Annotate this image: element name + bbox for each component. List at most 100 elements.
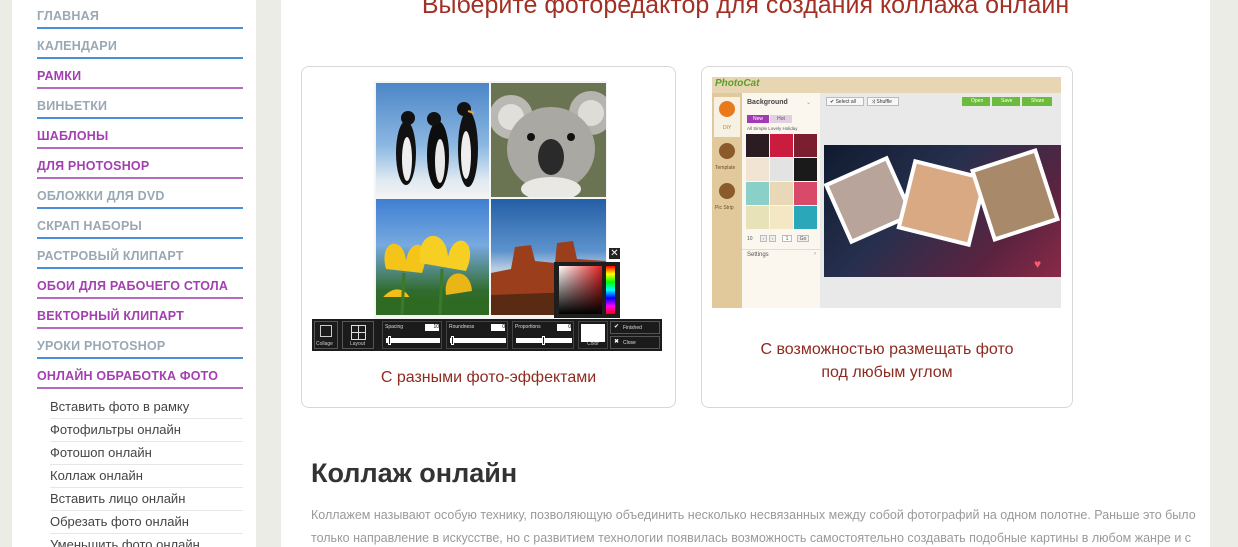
spacing-control[interactable]: Spacing 10 <box>382 321 442 349</box>
layout-button[interactable]: Layout <box>342 321 374 349</box>
sidebar-item-label: РАСТРОВЫЙ КЛИПАРТ <box>37 249 184 263</box>
main-content: Выберите фоторедактор для создания колла… <box>281 0 1210 547</box>
open-button[interactable]: Open <box>962 97 990 106</box>
close-icon[interactable]: ✕ <box>609 248 620 259</box>
card-caption-collage[interactable]: С разными фото-эффектами <box>302 366 675 389</box>
sidebar: ГЛАВНАЯ КАЛЕНДАРИ РАМКИ ВИНЬЕТКИ ШАБЛОНЫ ДЛЯ … <box>12 0 256 547</box>
editor-card-collage[interactable]: ✕ Collage Layout Spacing 10 Roundness 0 … <box>301 66 676 408</box>
spacing-slider-handle[interactable] <box>388 336 391 345</box>
roundness-slider-handle[interactable] <box>451 336 454 345</box>
sidebar-item-label: КАЛЕНДАРИ <box>37 39 117 53</box>
sidebar-subitem-label: Фотошоп онлайн <box>50 445 152 460</box>
sidebar-subitem-label: Вставить фото в рамку <box>50 399 190 414</box>
sidebar-subitem[interactable]: Вставить фото в рамку <box>50 396 243 419</box>
penguins-photo <box>376 83 489 197</box>
check-icon: ✔ <box>830 99 835 105</box>
background-thumbnails[interactable] <box>746 134 818 230</box>
tab-hot[interactable]: Hot <box>770 115 792 123</box>
sidebar-item[interactable]: УРОКИ PHOTOSHOP <box>37 329 243 359</box>
finished-button[interactable]: ✔ Finished <box>610 321 660 334</box>
sidebar-item[interactable]: ГЛАВНАЯ <box>37 0 243 29</box>
pagination: 10 ‹ › 1 Go <box>747 235 819 243</box>
sidebar-subitem-label: Уменьшить фото онлайн <box>50 537 200 547</box>
proportions-slider-handle[interactable] <box>542 336 545 345</box>
sidebar-item-label: ОБОИ ДЛЯ РАБОЧЕГО СТОЛА <box>37 279 229 293</box>
koala-photo <box>491 83 606 197</box>
chevron-right-icon: › <box>814 251 816 257</box>
sidebar-item-divider <box>37 387 243 389</box>
sidebar-subitem[interactable]: Фотофильтры онлайн <box>50 419 243 442</box>
sidebar-item[interactable]: РАМКИ <box>37 59 243 89</box>
template-icon <box>719 143 735 159</box>
article-paragraph: Коллажем называют особую технику, позвол… <box>311 508 1196 545</box>
photo-frame[interactable] <box>824 155 915 245</box>
sidebar-subitem[interactable]: Вставить лицо онлайн <box>50 488 243 511</box>
color-swatch-button[interactable]: Color <box>578 321 608 349</box>
filter-links[interactable]: All Simple Lovely Holiday <box>747 126 798 131</box>
sidebar-subitem[interactable]: Коллаж онлайн <box>50 465 243 488</box>
sidebar-subitem[interactable]: Фотошоп онлайн <box>50 442 243 465</box>
sidebar-subitem[interactable]: Обрезать фото онлайн <box>50 511 243 534</box>
tulips-photo <box>376 199 489 315</box>
nav-picstrip[interactable]: Pic Strip <box>714 179 740 217</box>
tab-new[interactable]: New <box>747 115 769 123</box>
close-small-icon: ✖ <box>614 339 620 345</box>
settings-link[interactable]: Settings › <box>742 249 820 261</box>
page-title: Выберите фоторедактор для создания колла… <box>421 0 1070 19</box>
prev-page-button[interactable]: ‹ <box>760 235 767 242</box>
sidebar-item-label: ВЕКТОРНЫЙ КЛИПАРТ <box>37 309 185 323</box>
select-all-button[interactable]: ✔ Select all <box>826 97 864 106</box>
sidebar-subitem-label: Коллаж онлайн <box>50 468 143 483</box>
sidebar-item-label: ШАБЛОНЫ <box>37 129 109 143</box>
diy-icon <box>719 101 735 117</box>
shuffle-button[interactable]: ⤨ Shuffle <box>867 97 899 106</box>
sidebar-item-label: ДЛЯ PHOTOSHOP <box>37 159 150 173</box>
roundness-control[interactable]: Roundness 0 <box>446 321 508 349</box>
collage-button[interactable]: Collage <box>314 321 338 349</box>
sidebar-item[interactable]: ОБЛОЖКИ ДЛЯ DVD <box>37 179 243 209</box>
shuffle-icon: ⤨ <box>871 99 876 105</box>
close-button[interactable]: ✖ Close <box>610 336 660 349</box>
sidebar-item[interactable]: ВИНЬЕТКИ <box>37 89 243 119</box>
collage-editor-preview[interactable]: ✕ Collage Layout Spacing 10 Roundness 0 … <box>312 81 662 351</box>
sidebar-item[interactable]: ШАБЛОНЫ <box>37 119 243 149</box>
share-button[interactable]: Share <box>1022 97 1052 106</box>
sidebar-item-label: ОБЛОЖКИ ДЛЯ DVD <box>37 189 165 203</box>
photo-frame[interactable] <box>969 148 1061 242</box>
nav-diy[interactable]: DIY <box>714 97 740 137</box>
sidebar-subitem[interactable]: Уменьшить фото онлайн <box>50 534 243 547</box>
nav-template[interactable]: Template <box>714 139 740 177</box>
sidebar-subitem-label: Вставить лицо онлайн <box>50 491 186 506</box>
sidebar-item[interactable]: РАСТРОВЫЙ КЛИПАРТ <box>37 239 243 269</box>
sidebar-item[interactable]: ВЕКТОРНЫЙ КЛИПАРТ <box>37 299 243 329</box>
photocat-logo: PhotoCat <box>715 78 760 89</box>
sidebar-item-label: ГЛАВНАЯ <box>37 9 100 23</box>
sidebar-item[interactable]: ОБОИ ДЛЯ РАБОЧЕГО СТОЛА <box>37 269 243 299</box>
sidebar-item-label: ОНЛАЙН ОБРАБОТКА ФОТО <box>37 369 219 383</box>
sidebar-item[interactable]: ДЛЯ PHOTOSHOP <box>37 149 243 179</box>
sidebar-item-label: УРОКИ PHOTOSHOP <box>37 339 166 353</box>
sidebar-subitem-label: Обрезать фото онлайн <box>50 514 189 529</box>
proportions-control[interactable]: Proportions 0 <box>512 321 574 349</box>
collage-canvas[interactable]: ♥ <box>824 145 1061 277</box>
color-picker[interactable] <box>554 262 620 318</box>
article-heading: Коллаж онлайн <box>311 458 518 488</box>
collage-toolbar: Collage Layout Spacing 10 Roundness 0 Pr… <box>312 319 662 351</box>
sidebar-item[interactable]: ОНЛАЙН ОБРАБОТКА ФОТО <box>37 359 243 389</box>
save-button[interactable]: Save <box>992 97 1020 106</box>
sidebar-item-label: СКРАП НАБОРЫ <box>37 219 142 233</box>
card-caption-photocat[interactable]: С возможностью размещать фото под любым … <box>702 338 1072 384</box>
check-icon: ✔ <box>614 324 620 330</box>
chevron-down-icon[interactable]: ⌄ <box>806 99 811 106</box>
editor-card-photocat[interactable]: PhotoCat DIY Template Pic Strip Backgrou… <box>701 66 1073 408</box>
sidebar-subitem-label: Фотофильтры онлайн <box>50 422 181 437</box>
sidebar-item[interactable]: КАЛЕНДАРИ <box>37 29 243 59</box>
heart-icon: ♥ <box>1034 257 1042 271</box>
picstrip-icon <box>719 183 735 199</box>
sidebar-item[interactable]: СКРАП НАБОРЫ <box>37 209 243 239</box>
next-page-button[interactable]: › <box>769 235 776 242</box>
panel-title: Background <box>747 99 788 106</box>
go-page-button[interactable]: Go <box>797 235 809 242</box>
photocat-editor-preview[interactable]: PhotoCat DIY Template Pic Strip Backgrou… <box>712 77 1061 308</box>
sidebar-item-label: РАМКИ <box>37 69 82 83</box>
